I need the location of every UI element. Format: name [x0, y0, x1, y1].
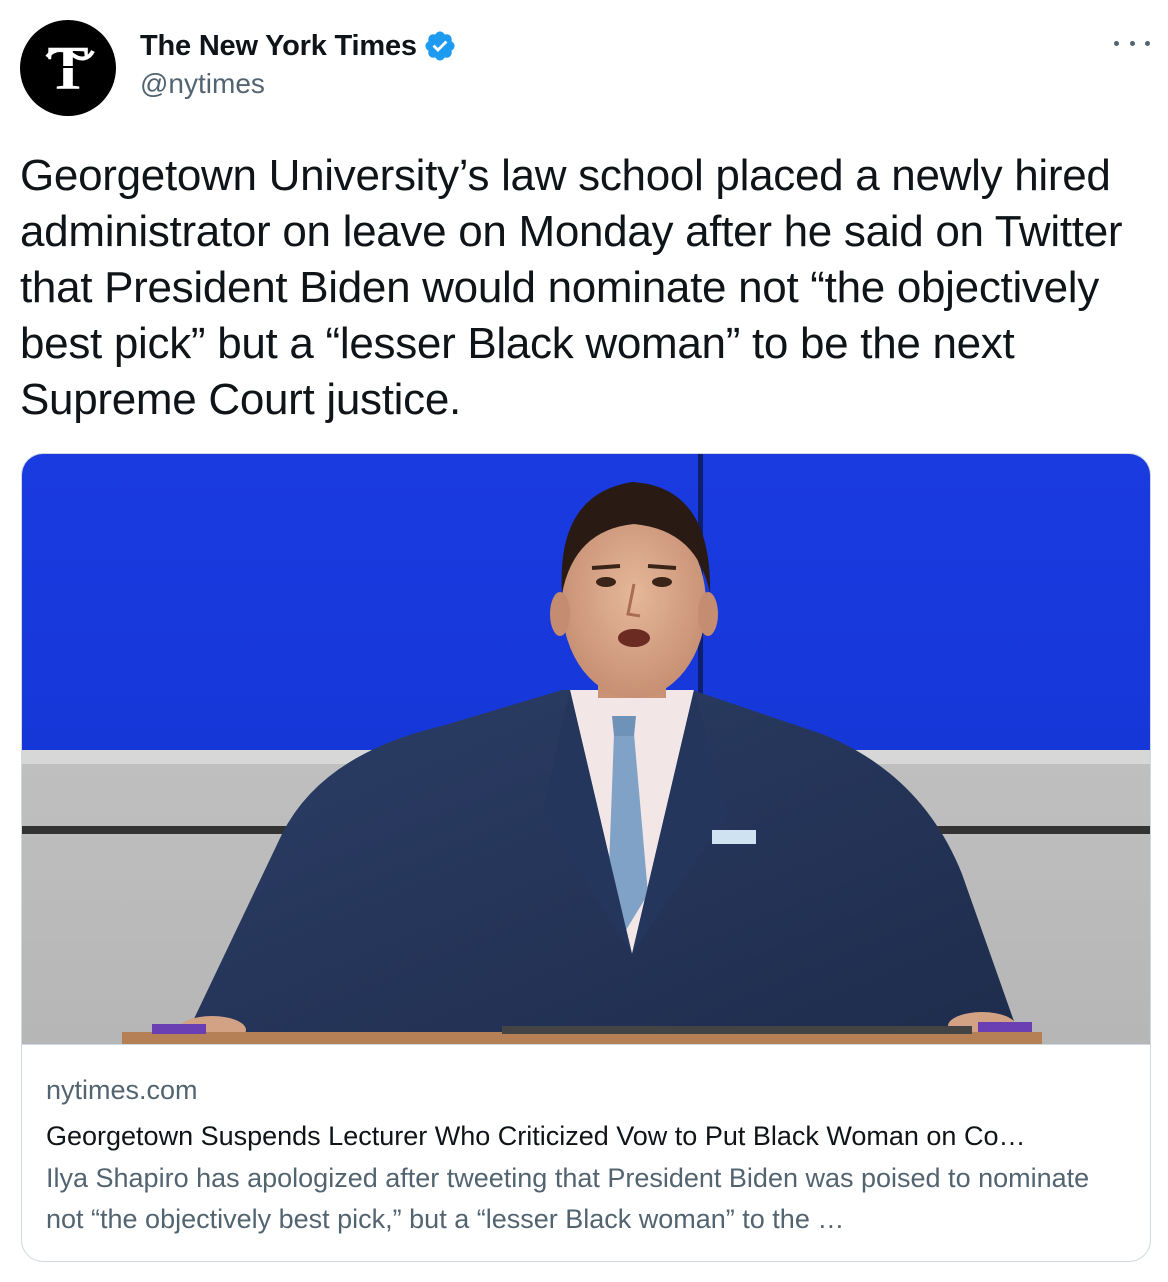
more-dot	[1114, 40, 1119, 46]
tweet: T The New York Times @nytimes Georgetown…	[0, 0, 1168, 1282]
card-domain: nytimes.com	[46, 1075, 198, 1105]
tweet-text: Georgetown University’s law school place…	[20, 151, 1123, 424]
card-image[interactable]	[22, 454, 1150, 1044]
nyt-logo-icon: T	[45, 35, 95, 103]
card-description: Ilya Shapiro has apologized after tweeti…	[46, 1163, 1090, 1234]
display-name[interactable]: The New York Times	[140, 30, 417, 63]
svg-text:T: T	[47, 35, 88, 103]
handle[interactable]: @nytimes	[140, 68, 457, 100]
card-title: Georgetown Suspends Lecturer Who Critici…	[46, 1121, 1026, 1151]
more-dot	[1129, 40, 1135, 46]
speaker-photo	[22, 454, 1150, 1044]
author-block: The New York Times @nytimes	[140, 26, 457, 100]
verified-badge-icon	[425, 31, 455, 61]
avatar[interactable]: T	[20, 20, 116, 116]
card-meta: nytimes.com Georgetown Suspends Lecturer…	[22, 1044, 1150, 1261]
more-options-icon[interactable]	[1114, 32, 1150, 54]
name-row: The New York Times	[140, 26, 457, 66]
link-card[interactable]: nytimes.com Georgetown Suspends Lecturer…	[21, 453, 1151, 1262]
more-dot	[1145, 40, 1150, 46]
